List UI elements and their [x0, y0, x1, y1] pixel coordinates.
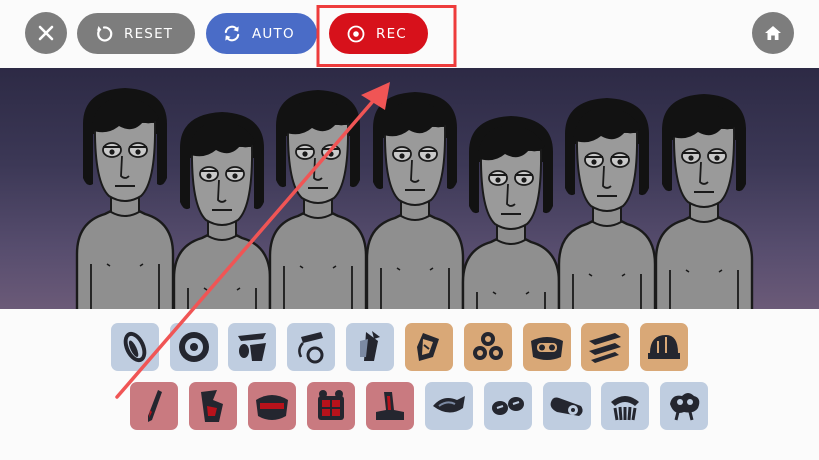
- melody-gift-icon: [318, 390, 344, 420]
- top-toolbar: RESET AUTO REC: [0, 0, 819, 68]
- melody-pen-icon: [148, 390, 162, 422]
- voice-capsule-icon: [550, 397, 583, 416]
- sound-melody-pen[interactable]: [130, 382, 178, 430]
- effect-shard-icon: [417, 333, 439, 361]
- singer-6[interactable]: [557, 96, 657, 309]
- reset-icon: [94, 24, 114, 44]
- sound-beat-disc[interactable]: [111, 323, 159, 371]
- close-icon: [38, 25, 54, 41]
- sound-effect-stripes[interactable]: [581, 323, 629, 371]
- effect-dome-icon: [648, 335, 680, 359]
- melody-cup-icon: [201, 390, 223, 422]
- sound-beat-horn[interactable]: [346, 323, 394, 371]
- singer-3[interactable]: [268, 88, 368, 309]
- sound-melody-stamp[interactable]: [366, 382, 414, 430]
- sound-voice-comb[interactable]: [601, 382, 649, 430]
- reset-label: RESET: [124, 25, 174, 42]
- sound-beat-speaker[interactable]: [170, 323, 218, 371]
- voice-cloud-icon: [670, 393, 700, 421]
- sound-melody-mask[interactable]: [248, 382, 296, 430]
- singer-1[interactable]: [75, 86, 175, 309]
- beat-disc-icon: [123, 331, 147, 363]
- home-button[interactable]: [752, 12, 794, 54]
- voice-comb-icon: [611, 396, 639, 421]
- auto-loop-icon: [222, 24, 242, 44]
- record-icon: [346, 24, 366, 44]
- sound-melody-gift[interactable]: [307, 382, 355, 430]
- close-button[interactable]: [25, 12, 67, 54]
- rec-button[interactable]: REC: [329, 13, 428, 54]
- auto-button[interactable]: AUTO: [206, 13, 317, 54]
- effect-stripes-icon: [589, 333, 621, 363]
- voice-fish-icon: [433, 396, 465, 413]
- sound-voice-fish[interactable]: [425, 382, 473, 430]
- auto-label: AUTO: [252, 25, 295, 42]
- sound-voice-capsule[interactable]: [543, 382, 591, 430]
- stage: [0, 68, 819, 309]
- game-screen: RESET AUTO REC: [0, 0, 819, 460]
- effect-rings-icon: [473, 332, 503, 360]
- sound-effect-rings[interactable]: [464, 323, 512, 371]
- sound-voice-cloud[interactable]: [660, 382, 708, 430]
- reset-button[interactable]: RESET: [77, 13, 195, 54]
- beat-pedal-icon: [298, 332, 324, 364]
- sound-effect-tape[interactable]: [523, 323, 571, 371]
- melody-mask-icon: [256, 395, 288, 420]
- sound-tray: [0, 309, 819, 460]
- voice-glasses-icon: [492, 397, 524, 415]
- effect-tape-icon: [531, 337, 563, 360]
- singer-7[interactable]: [654, 92, 754, 309]
- sound-voice-glasses[interactable]: [484, 382, 532, 430]
- home-icon: [765, 26, 781, 40]
- singer-2[interactable]: [172, 110, 272, 309]
- rec-label: REC: [376, 25, 407, 42]
- singer-4[interactable]: [365, 90, 465, 309]
- melody-stamp-icon: [376, 392, 404, 420]
- sound-effect-dome[interactable]: [640, 323, 688, 371]
- beat-speaker-icon: [179, 332, 209, 362]
- sound-beat-pedal[interactable]: [287, 323, 335, 371]
- singer-5[interactable]: [461, 114, 561, 309]
- beat-cup-icon: [238, 333, 266, 361]
- sound-effect-shard[interactable]: [405, 323, 453, 371]
- sound-melody-cup[interactable]: [189, 382, 237, 430]
- sound-beat-cup[interactable]: [228, 323, 276, 371]
- beat-horn-icon: [360, 331, 380, 361]
